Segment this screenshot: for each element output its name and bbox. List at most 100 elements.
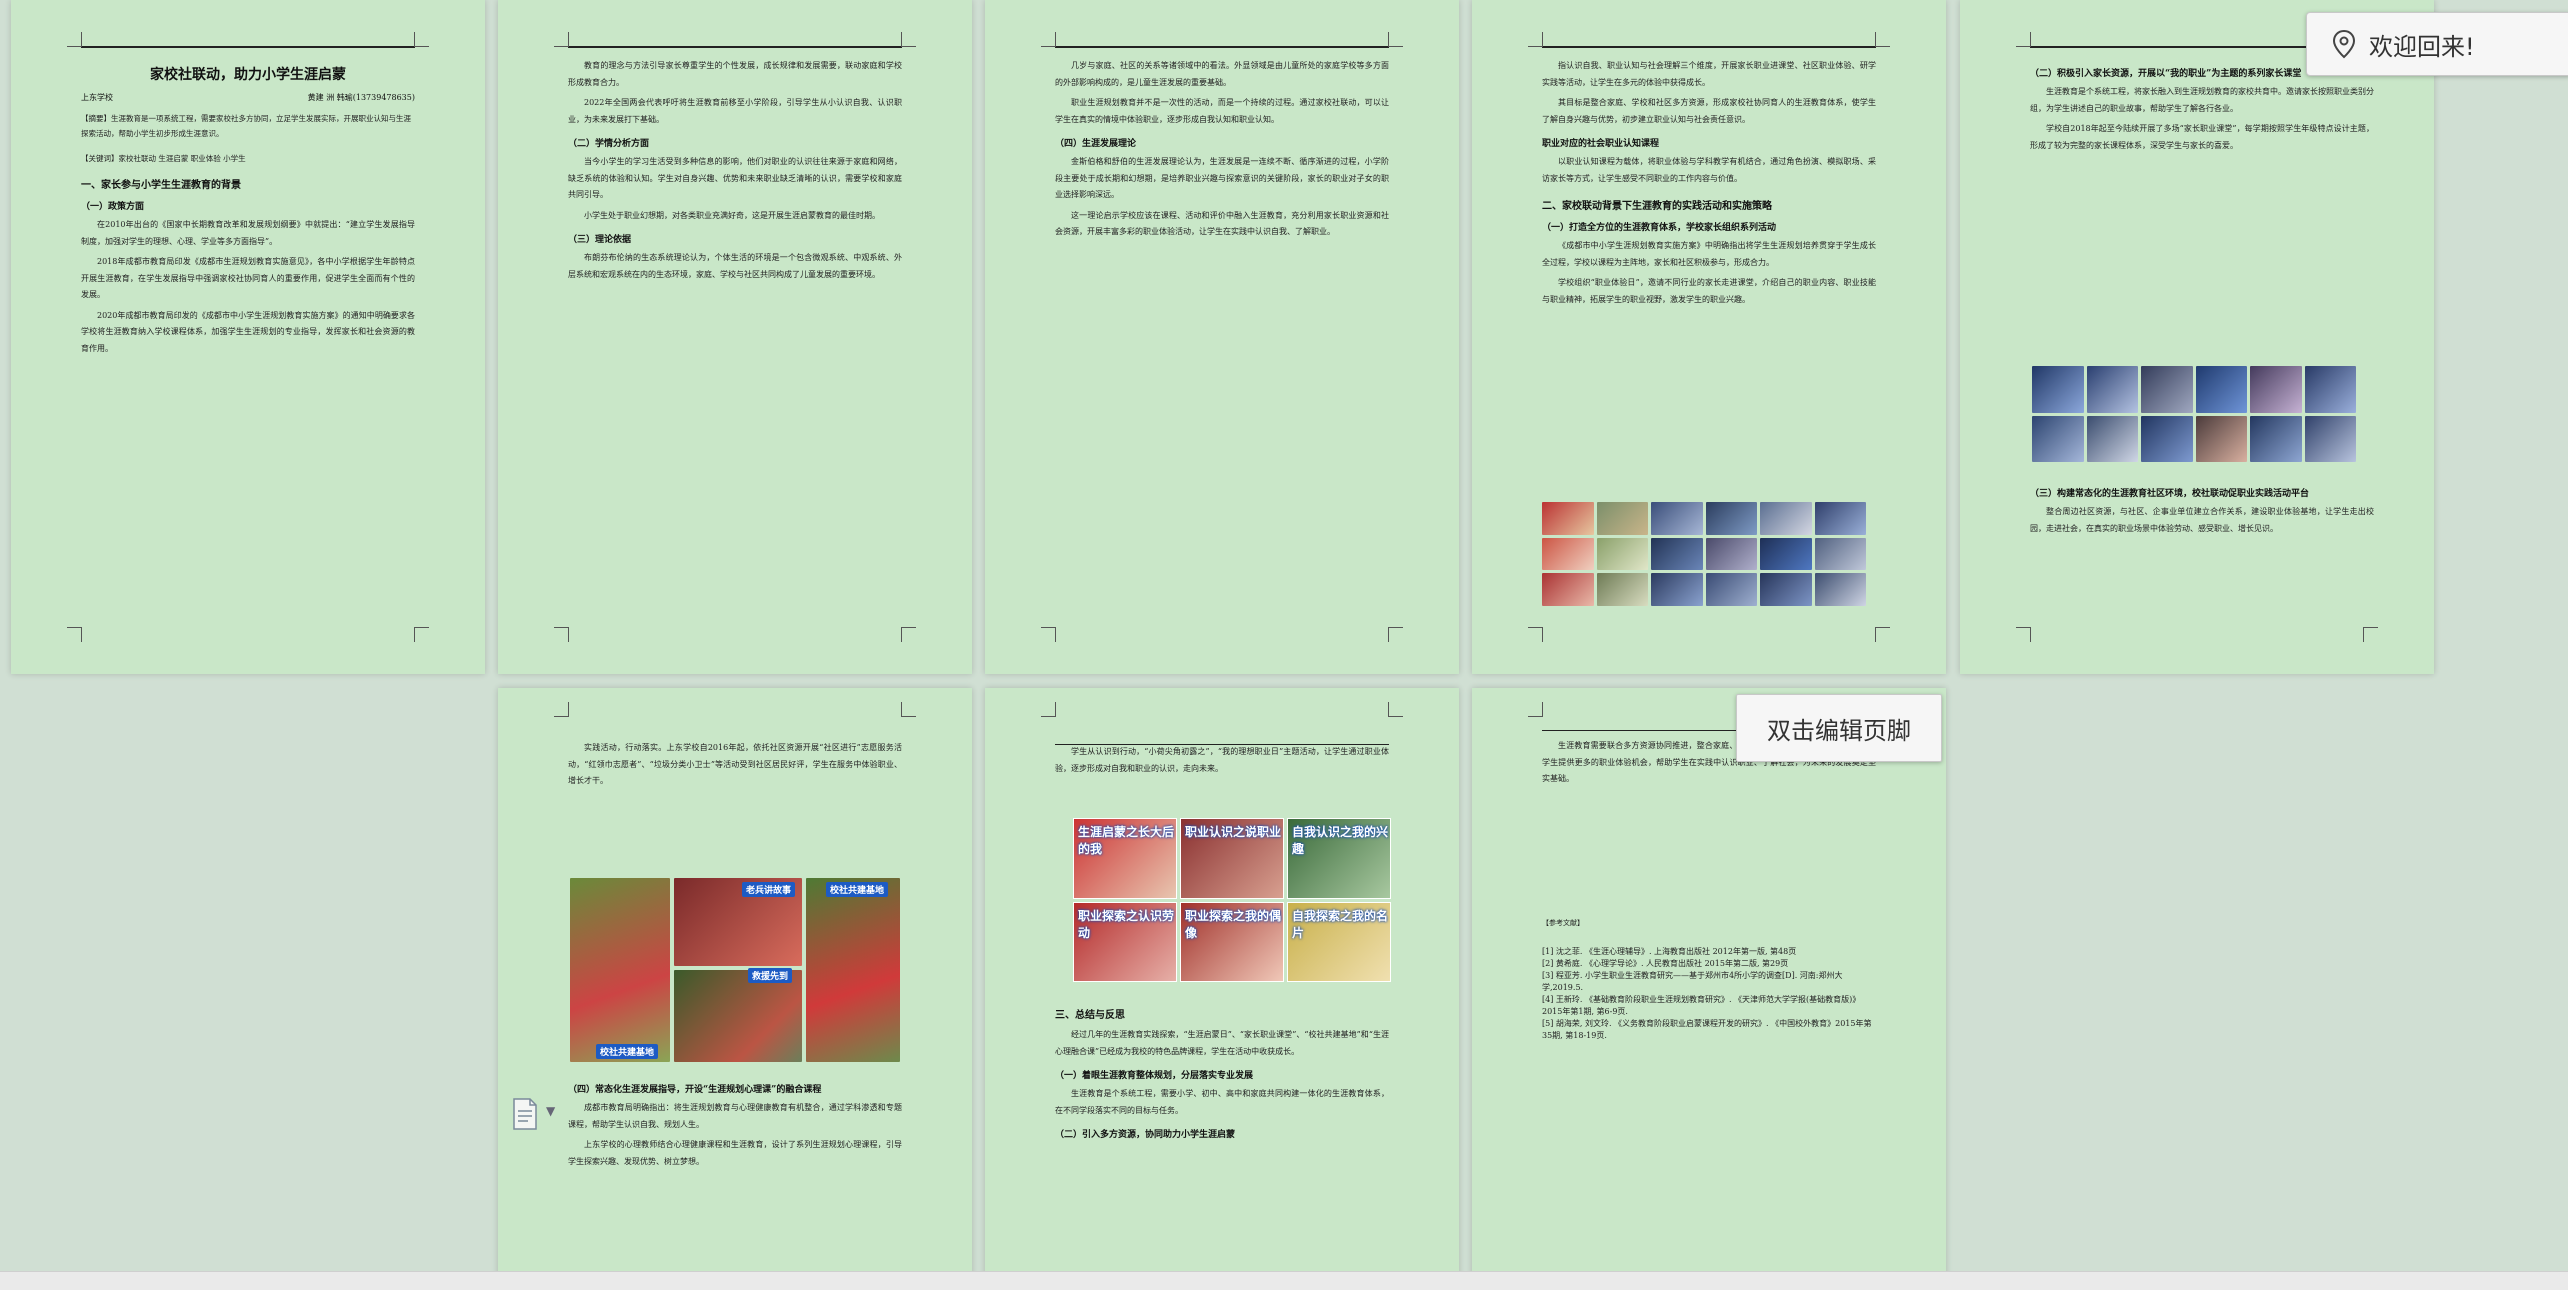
photo-caption: 职业探索之认识劳动 — [1078, 908, 1175, 940]
photo-tile: 自我认识之我的兴趣 — [1287, 818, 1391, 899]
photo — [1542, 573, 1594, 606]
author-row: 上东学校 黄建 洲 韩瑜(13739478635) — [81, 92, 415, 103]
paragraph: 小学生处于职业幻想期，对各类职业充满好奇，这是开展生涯启蒙教育的最佳时期。 — [584, 210, 880, 220]
photo — [1542, 537, 1594, 571]
author-names: 黄建 洲 韩瑜(13739478635) — [307, 93, 415, 102]
community-activity-photos[interactable]: 老兵讲故事 校社共建基地 救援先到 校社共建基地 — [570, 878, 900, 1062]
parent-class-photo-collage[interactable] — [2032, 366, 2356, 462]
reference-item: [1] 沈之菲. 《生涯心理辅导》. 上海教育出版社 2012年第一版, 第48… — [1542, 947, 1797, 956]
photo — [2304, 366, 2356, 413]
photo — [1596, 502, 1648, 535]
photo-caption: 自我探索之我的名片 — [1292, 908, 1389, 940]
photo-tile: 职业探索之我的偶像 — [1180, 901, 1284, 982]
photo-caption: 救援先到 — [748, 968, 793, 983]
photo-caption: 职业认识之说职业 — [1185, 825, 1282, 839]
photo — [2250, 366, 2302, 413]
reference-item: [4] 王新玲. 《基础教育阶段职业生涯规划教育研究》. 《天津师范大学学报(基… — [1542, 995, 1861, 1016]
subsection-heading: （三）理论依据 — [568, 235, 632, 245]
document-title: 家校社联动，助力小学生涯启蒙 — [150, 67, 346, 83]
references-heading: 【参考文献】 — [1542, 919, 1584, 927]
section-heading: 二、家校联动背景下生涯教育的实践活动和实施策略 — [1542, 201, 1772, 212]
location-pin-icon — [2332, 29, 2356, 59]
photo-caption: 职业探索之我的偶像 — [1185, 908, 1282, 940]
paragraph: 当今小学生的学习生活受到多种信息的影响，他们对职业的认识往往来源于家庭和网络，缺… — [568, 157, 902, 199]
paragraph: 学校组织“职业体验日”，邀请不同行业的家长走进课堂，介绍自己的职业内容、职业技能… — [1542, 278, 1876, 304]
photo — [2032, 366, 2084, 413]
paragraph: 成都市教育局明确指出：将生涯规划教育与心理健康教育有机整合，通过学科渗透和专题课… — [568, 1103, 902, 1129]
photo — [1596, 573, 1648, 606]
subsection-heading: （四）常态化生涯发展指导，开设“生涯规划心理课”的融合课程 — [568, 1085, 822, 1095]
photo — [2141, 366, 2193, 413]
page-3[interactable]: 几岁与家庭、社区的关系等诸领域中的看法。外显领域是由儿童所处的家庭学校等多方面的… — [985, 0, 1459, 674]
paragraph: 教育的理念与方法引导家长尊重学生的个性发展，成长规律和发展需要，联动家庭和学校形… — [568, 61, 902, 87]
career-activity-photo-grid[interactable]: 生涯启蒙之长大后的我 职业认识之说职业 自我认识之我的兴趣 职业探索之认识劳动 … — [1073, 818, 1391, 982]
photo — [1705, 537, 1757, 571]
subsection-heading: （二）引入多方资源，协同助力小学生涯启蒙 — [1055, 1130, 1236, 1140]
photo — [2250, 415, 2302, 462]
welcome-toast[interactable]: 欢迎回来! — [2306, 12, 2568, 76]
photo-tile: 职业探索之认识劳动 — [1073, 901, 1177, 982]
paragraph: 经过几年的生涯教育实践探索，“生涯启蒙日”、“家长职业课堂”、“校社共建基地”和… — [1055, 1030, 1389, 1056]
section-heading: 三、总结与反思 — [1055, 1010, 1125, 1021]
photo — [1814, 573, 1866, 606]
paragraph: 2020年成都市教育局印发的《成都市中小学生涯规划教育实施方案》的通知中明确要求… — [81, 310, 415, 353]
reference-item: [3] 程亚芳. 小学生职业生涯教育研究——基于郑州市4所小学的调查[D]. 河… — [1542, 971, 1843, 992]
subsection-heading: （三）构建常态化的生涯教育社区环境，校社联动促职业实践活动平台 — [2030, 489, 2310, 499]
paragraph: 学校自2018年起至今陆续开展了多场“家长职业课堂”，每学期按照学生年级特点设计… — [2030, 124, 2374, 150]
paragraph: 布朗芬布伦纳的生态系统理论认为，个体生活的环境是一个包含微观系统、中观系统、外层… — [568, 253, 902, 279]
references-list: [1] 沈之菲. 《生涯心理辅导》. 上海教育出版社 2012年第一版, 第48… — [1542, 946, 1876, 1042]
photo-tile: 生涯启蒙之长大后的我 — [1073, 818, 1177, 899]
section-heading: 一、家长参与小学生生涯教育的背景 — [81, 180, 241, 191]
photo — [1814, 537, 1866, 571]
header-rule — [81, 46, 415, 48]
photo-caption: 生涯启蒙之长大后的我 — [1078, 825, 1175, 856]
photo-tile: 自我探索之我的名片 — [1287, 901, 1391, 982]
subsection-heading: （一）着眼生涯教育整体规划，分层落实专业发展 — [1055, 1071, 1254, 1081]
paragraph: 实践活动，行动落实。上东学校自2016年起，依托社区资源开展“社区进行”志愿服务… — [568, 743, 902, 785]
photo-caption: 老兵讲故事 — [742, 882, 796, 897]
paragraph: 在2010年出台的《国家中长期教育改革和发展规划纲要》中就提出：“建立学生发展指… — [81, 220, 415, 246]
paragraph: 2022年全国两会代表呼吁将生涯教育前移至小学阶段，引导学生从小认识自我、认识职… — [568, 98, 902, 124]
welcome-text: 欢迎回来! — [2369, 32, 2475, 61]
photo — [2195, 366, 2247, 413]
photo — [1651, 573, 1703, 606]
subsection-heading: （一）打造全方位的生涯教育体系，学校家长组织系列活动 — [1542, 223, 1777, 233]
photo — [1760, 537, 1812, 571]
photo — [1814, 502, 1866, 535]
page-5[interactable]: （二）积极引入家长资源，开展以“我的职业”为主题的系列家长课堂 生涯教育是个系统… — [1960, 0, 2434, 674]
page-4[interactable]: 指认识自我、职业认知与社会理解三个维度，开展家长职业进课堂、社区职业体验、研学实… — [1472, 0, 1946, 674]
chevron-down-icon[interactable]: ▼ — [546, 1104, 555, 1118]
page-1[interactable]: 家校社联动，助力小学生涯启蒙 上东学校 黄建 洲 韩瑜(13739478635)… — [11, 0, 485, 674]
subsection-heading: （一）政策方面 — [81, 202, 145, 212]
subsection-heading: （二）学情分析方面 — [568, 139, 650, 149]
photo — [1760, 573, 1812, 606]
page-8[interactable]: 生涯教育需要联合多方资源协同推进，整合家庭、学校和社区的力量，形成教育合力，为学… — [1472, 688, 1946, 1290]
photo — [1705, 502, 1757, 535]
photo — [2086, 415, 2138, 462]
paragraph: 职业生涯规划教育并不是一次性的活动，而是一个持续的过程。通过家校社联动，可以让学… — [1055, 98, 1389, 124]
page-6[interactable]: 实践活动，行动落实。上东学校自2016年起，依托社区资源开展“社区进行”志愿服务… — [498, 688, 972, 1290]
subsection-heading: （四）生涯发展理论 — [1055, 139, 1137, 149]
page-7[interactable]: 学生从认识到行动，“小荷尖角初露之”，“我的理想职业日”主题活动，让学生通过职业… — [985, 688, 1459, 1290]
photo — [1596, 537, 1648, 571]
paragraph: 其目标是整合家庭、学校和社区多方资源，形成家校社协同育人的生涯教育体系，使学生了… — [1542, 98, 1876, 124]
photo-caption: 校社共建基地 — [826, 882, 889, 897]
page-2[interactable]: 教育的理念与方法引导家长尊重学生的个性发展，成长规律和发展需要，联动家庭和学校形… — [498, 0, 972, 674]
photo — [1542, 502, 1594, 535]
photo — [2195, 415, 2247, 462]
document-icon[interactable] — [512, 1098, 538, 1130]
photo-caption: 校社共建基地 — [596, 1044, 659, 1059]
edit-footer-hint: 双击编辑页脚 — [1736, 694, 1942, 762]
paragraph: 指认识自我、职业认知与社会理解三个维度，开展家长职业进课堂、社区职业体验、研学实… — [1542, 61, 1876, 87]
photo — [1651, 502, 1703, 535]
photo — [1760, 502, 1812, 535]
paragraph: 学生从认识到行动，“小荷尖角初露之”，“我的理想职业日”主题活动，让学生通过职业… — [1055, 747, 1389, 773]
photo-caption: 自我认识之我的兴趣 — [1292, 825, 1389, 856]
school-name: 上东学校 — [81, 93, 113, 102]
photo — [2304, 415, 2356, 462]
photo-tile: 职业认识之说职业 — [1180, 818, 1284, 899]
paragraph: 以职业认知课程为载体，将职业体验与学科教学有机结合，通过角色扮演、模拟职场、采访… — [1542, 157, 1876, 183]
paragraph: 2018年成都市教育局印发《成都市生涯规划教育实施意见》，各中小学根据学生年龄特… — [81, 257, 415, 299]
photo — [2141, 415, 2193, 462]
activity-photo-collage[interactable] — [1542, 502, 1866, 606]
